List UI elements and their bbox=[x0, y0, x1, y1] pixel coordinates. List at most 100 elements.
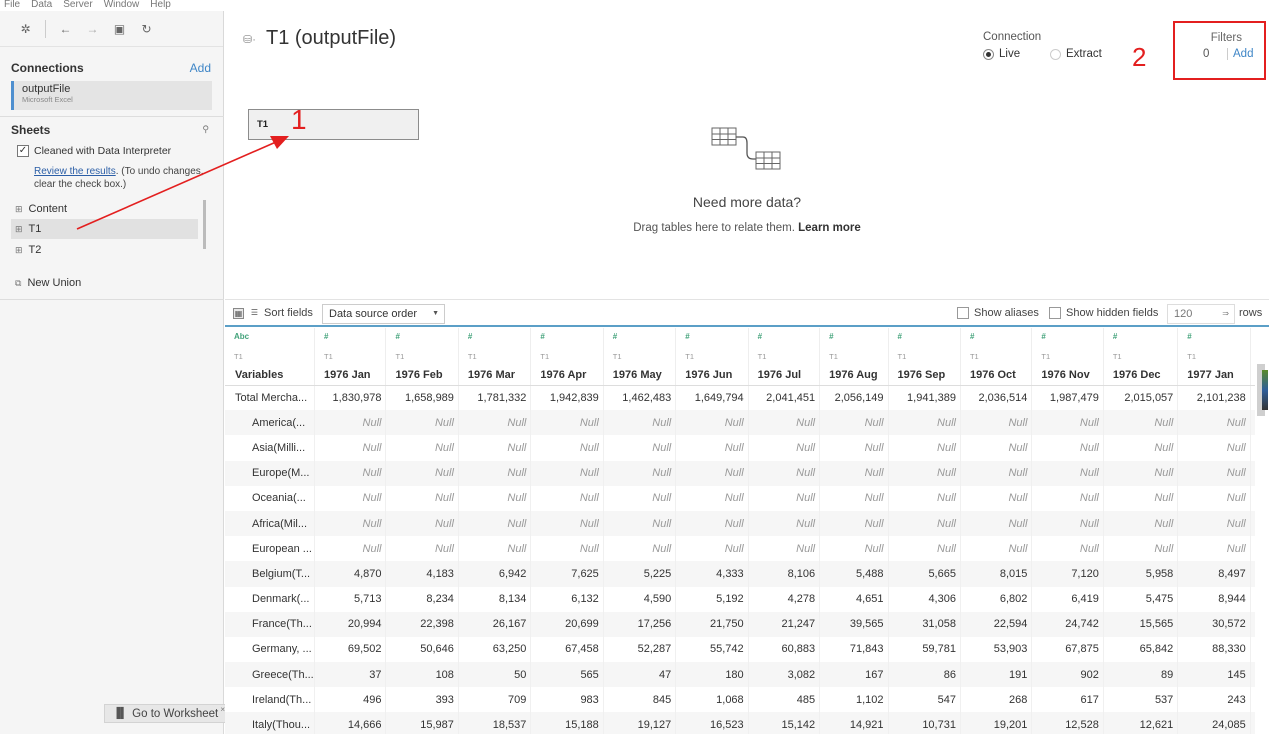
table-cell: Null bbox=[1031, 536, 1104, 562]
number-type-icon[interactable]: # bbox=[1113, 332, 1117, 341]
table-cell: Null bbox=[888, 536, 961, 562]
learn-more-link[interactable]: Learn more bbox=[798, 222, 861, 234]
grid-view-icon[interactable]: ▦ bbox=[233, 308, 244, 319]
refresh-icon[interactable]: ↻ bbox=[133, 19, 160, 39]
number-type-icon[interactable]: # bbox=[395, 332, 399, 341]
menu-item-data[interactable]: Data bbox=[31, 0, 52, 11]
table-cell: 65,842 bbox=[1103, 636, 1179, 663]
column-header[interactable]: # T1 1976 Nov bbox=[1031, 328, 1104, 386]
sheet-item-t2[interactable]: ⊞ T2 bbox=[11, 240, 198, 260]
connection-item[interactable]: outputFile Microsoft Excel bbox=[11, 81, 212, 110]
sheets-scrollbar[interactable] bbox=[203, 200, 206, 249]
sort-fields-select[interactable]: Data source order ▼ bbox=[322, 304, 445, 324]
table-cell: Null bbox=[603, 485, 677, 511]
show-aliases-checkbox[interactable] bbox=[957, 307, 969, 319]
table-cell: Null bbox=[675, 435, 749, 461]
connection-name: outputFile bbox=[22, 83, 71, 95]
column-header[interactable]: # T1 1976 Oct bbox=[960, 328, 1033, 386]
data-interpreter-option[interactable]: ✓ Cleaned with Data Interpreter bbox=[17, 145, 171, 157]
extract-radio[interactable] bbox=[1050, 48, 1061, 60]
review-results-link[interactable]: Review the results bbox=[34, 166, 116, 177]
table-cell: Null bbox=[1103, 460, 1179, 486]
column-name: 1976 Mar bbox=[467, 368, 516, 381]
row-label: European ... bbox=[225, 536, 316, 562]
datasource-title[interactable]: T1 (outputFile) bbox=[266, 27, 396, 50]
forward-icon[interactable]: → bbox=[79, 19, 106, 39]
sheet-item-t1[interactable]: ⊞ T1 bbox=[11, 219, 198, 239]
table-cell: 50 bbox=[458, 662, 532, 688]
search-icon[interactable]: ⚲ bbox=[202, 124, 209, 135]
back-icon[interactable]: ← bbox=[52, 19, 79, 39]
connection-type: Microsoft Excel bbox=[22, 95, 73, 104]
number-type-icon[interactable]: # bbox=[758, 332, 762, 341]
column-header[interactable]: #T119 bbox=[1250, 328, 1255, 386]
data-interpreter-checkbox[interactable]: ✓ bbox=[17, 145, 29, 157]
table-cell: 60,883 bbox=[748, 636, 821, 663]
show-hidden-checkbox[interactable] bbox=[1049, 307, 1061, 319]
number-type-icon[interactable]: # bbox=[898, 332, 902, 341]
column-header[interactable]: # T1 1976 Dec bbox=[1103, 328, 1179, 386]
live-radio[interactable] bbox=[983, 48, 994, 60]
extract-radio-option[interactable]: Extract bbox=[1050, 48, 1102, 60]
table-cell: Null bbox=[1031, 435, 1104, 461]
tableau-logo-icon[interactable]: ✲ bbox=[12, 19, 39, 39]
live-radio-option[interactable]: Live bbox=[983, 48, 1020, 60]
number-type-icon[interactable]: # bbox=[1187, 332, 1191, 341]
sheet-item-content[interactable]: ⊞ Content bbox=[11, 199, 198, 219]
number-type-icon[interactable]: # bbox=[468, 332, 472, 341]
add-filter-link[interactable]: Add bbox=[1227, 48, 1253, 60]
table-cell: Null bbox=[314, 460, 387, 486]
table-row: Italy(Thou... 14,666 15,987 18,537 15,188 19,… bbox=[225, 712, 1255, 734]
table-cell: Null bbox=[530, 536, 604, 562]
column-header[interactable]: # T1 1976 Apr bbox=[530, 328, 604, 386]
table-cell: Null bbox=[1103, 536, 1179, 562]
number-type-icon[interactable]: # bbox=[1041, 332, 1045, 341]
number-type-icon[interactable]: # bbox=[324, 332, 328, 341]
table-cell: 1,942,839 bbox=[530, 385, 604, 411]
go-to-worksheet-button[interactable]: ▐▌ Go to Worksheet × bbox=[104, 704, 228, 723]
show-hidden-option[interactable]: Show hidden fields bbox=[1049, 307, 1158, 319]
column-header[interactable]: # T1 1976 Feb bbox=[385, 328, 459, 386]
menu-item-help[interactable]: Help bbox=[150, 0, 171, 11]
column-header[interactable]: # T1 1976 Jan bbox=[314, 328, 387, 386]
rows-value: 120 bbox=[1174, 308, 1193, 320]
number-type-icon[interactable]: # bbox=[829, 332, 833, 341]
menu-item-file[interactable]: File bbox=[4, 0, 20, 11]
menu-item-window[interactable]: Window bbox=[104, 0, 140, 11]
column-header[interactable]: # T1 1976 Mar bbox=[458, 328, 532, 386]
number-type-icon[interactable]: # bbox=[685, 332, 689, 341]
column-header[interactable]: # T1 1976 Jun bbox=[675, 328, 749, 386]
column-header[interactable]: Abc T1 Variables bbox=[225, 328, 316, 386]
save-icon[interactable]: ▣ bbox=[106, 19, 133, 39]
column-header[interactable]: # T1 1977 Jan bbox=[1177, 328, 1251, 386]
column-header[interactable]: # T1 1976 May bbox=[603, 328, 677, 386]
table-cell: Null bbox=[819, 410, 889, 436]
table-cell: 26,167 bbox=[458, 611, 532, 637]
table-cell: 2,015,057 bbox=[1103, 385, 1179, 411]
column-header[interactable]: # T1 1976 Sep bbox=[888, 328, 961, 386]
add-connection-link[interactable]: Add bbox=[190, 61, 211, 75]
column-source: T1 bbox=[395, 352, 405, 361]
stepper-icon[interactable]: ⇒ bbox=[1222, 309, 1229, 318]
new-union-item[interactable]: ⧉ New Union bbox=[11, 273, 198, 293]
number-type-icon[interactable]: # bbox=[970, 332, 974, 341]
rows-input[interactable]: 120 ⇒ bbox=[1167, 304, 1235, 324]
canvas-table-t1[interactable]: T1 bbox=[248, 109, 419, 140]
relate-tables-icon bbox=[711, 127, 781, 170]
column-header[interactable]: # T1 1976 Aug bbox=[819, 328, 889, 386]
table-cell: Null bbox=[888, 510, 961, 537]
table-cell bbox=[1250, 485, 1255, 511]
scroll-indicator[interactable] bbox=[1262, 370, 1268, 410]
show-aliases-option[interactable]: Show aliases bbox=[957, 307, 1039, 319]
panel-divider bbox=[0, 299, 224, 300]
string-type-icon[interactable]: Abc bbox=[234, 332, 249, 341]
table-cell: 7,625 bbox=[530, 561, 604, 587]
number-type-icon[interactable]: # bbox=[613, 332, 617, 341]
number-type-icon[interactable]: # bbox=[540, 332, 544, 341]
menu-item-server[interactable]: Server bbox=[63, 0, 92, 11]
table-cell: Null bbox=[819, 510, 889, 537]
table-cell: 18,537 bbox=[458, 712, 532, 734]
column-header[interactable]: # T1 1976 Jul bbox=[748, 328, 821, 386]
row-label: Germany, ... bbox=[225, 636, 316, 663]
list-view-icon[interactable]: ☰ bbox=[249, 308, 260, 319]
